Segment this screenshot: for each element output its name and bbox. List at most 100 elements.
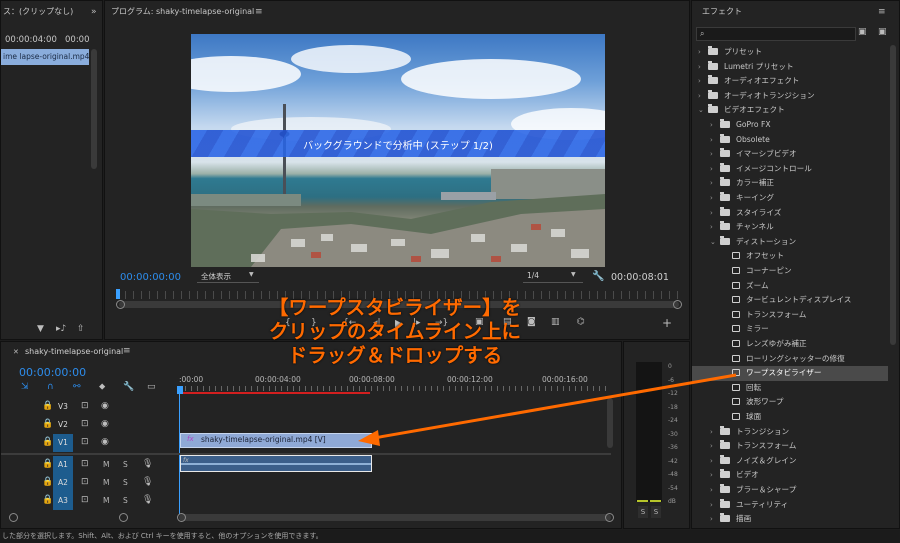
captions-icon[interactable]: ▭ <box>147 383 156 392</box>
lock-icon[interactable]: 🔒 <box>42 420 53 429</box>
sync-lock-icon[interactable]: ⊡ <box>81 438 89 447</box>
effect-folder[interactable]: › 描画 <box>692 512 888 527</box>
solo-toggle[interactable]: S <box>123 496 128 505</box>
meter-solo-left[interactable]: S <box>638 506 648 518</box>
resolution-dropdown[interactable]: 1/4 ▼ <box>523 269 583 283</box>
timeline-vertical-scrollbar[interactable] <box>607 398 613 448</box>
effect-item[interactable]: 回転 <box>692 381 888 396</box>
chevron-down-icon[interactable]: ⌄ <box>710 235 720 250</box>
eye-icon[interactable]: ◉ <box>101 402 109 411</box>
lock-icon[interactable]: 🔒 <box>42 402 53 411</box>
filter-icon[interactable]: ▼ <box>37 325 44 334</box>
chevron-right-icon[interactable]: › <box>710 498 720 513</box>
effect-item[interactable]: ローリングシャッターの修復 <box>692 352 888 367</box>
chevron-right-icon[interactable]: › <box>698 45 708 60</box>
marker-icon[interactable]: ⬥ <box>99 383 105 392</box>
track-label-a2[interactable]: A2 <box>53 474 73 492</box>
effects-scrollbar[interactable] <box>890 45 896 345</box>
sync-lock-icon[interactable]: ⊡ <box>81 420 89 429</box>
export-icon[interactable]: ⇧ <box>77 325 85 334</box>
effect-folder[interactable]: › プリセット <box>692 45 888 60</box>
timeline-menu-icon[interactable]: ≡ <box>123 347 131 356</box>
effects-search-input[interactable]: ⌕ <box>696 27 856 41</box>
effect-folder[interactable]: › オーディオトランジション <box>692 89 888 104</box>
mute-toggle[interactable]: M <box>103 478 109 487</box>
zoom-handle-right[interactable] <box>673 300 682 309</box>
chevron-right-icon[interactable]: › <box>710 176 720 191</box>
program-menu-icon[interactable]: ≡ <box>255 8 263 17</box>
chevron-right-icon[interactable]: › <box>710 483 720 498</box>
program-title[interactable]: プログラム: shaky-timelapse-original <box>105 1 254 23</box>
fit-dropdown[interactable]: 全体表示 ▼ <box>197 269 259 283</box>
effect-item[interactable]: トランスフォーム <box>692 308 888 323</box>
track-label-a1[interactable]: A1 <box>53 456 73 474</box>
solo-toggle[interactable]: S <box>123 460 128 469</box>
lock-icon[interactable]: 🔒 <box>42 438 53 447</box>
wrench-icon[interactable]: 🔧 <box>592 272 604 282</box>
source-clip-item[interactable]: ime lapse-original.mp4 <box>1 49 89 65</box>
effect-folder[interactable]: › ユーティリティ <box>692 498 888 513</box>
effect-item[interactable]: レンズゆがみ補正 <box>692 337 888 352</box>
effect-folder[interactable]: › ビデオ <box>692 468 888 483</box>
effect-item[interactable]: オフセット <box>692 249 888 264</box>
effect-folder[interactable]: ⌄ ディストーション <box>692 235 888 250</box>
automate-icon[interactable]: ▸♪ <box>56 325 66 334</box>
effect-folder[interactable]: › イメージコントロール <box>692 162 888 177</box>
lock-icon[interactable]: 🔒 <box>42 460 53 469</box>
track-label-v2[interactable]: V2 <box>53 418 73 432</box>
chevron-right-icon[interactable]: › <box>710 118 720 133</box>
chevron-right-icon[interactable]: › <box>710 454 720 469</box>
chevron-right-icon[interactable]: › <box>698 89 708 104</box>
audio-clip[interactable]: fx <box>180 455 372 472</box>
sync-lock-icon[interactable]: ⊡ <box>81 478 89 487</box>
sync-lock-icon[interactable]: ⊡ <box>81 402 89 411</box>
scroll-handle-left[interactable] <box>177 513 186 522</box>
effects-title[interactable]: エフェクト <box>692 1 742 23</box>
eye-icon[interactable]: ◉ <box>101 438 109 447</box>
effect-item[interactable]: ズーム <box>692 279 888 294</box>
chevron-right-icon[interactable]: › <box>710 425 720 440</box>
nest-icon[interactable]: ⇲ <box>21 383 29 392</box>
chevron-right-icon[interactable]: › <box>710 512 720 527</box>
timeline-tab-title[interactable]: shaky-timelapse-original <box>25 347 123 356</box>
chevron-right-icon[interactable]: › <box>710 162 720 177</box>
microphone-icon[interactable]: 🎙 <box>142 478 153 487</box>
effect-folder[interactable]: › トランスフォーム <box>692 439 888 454</box>
work-area-bar[interactable] <box>180 392 370 394</box>
solo-toggle[interactable]: S <box>123 478 128 487</box>
mute-toggle[interactable]: M <box>103 496 109 505</box>
compare-icon[interactable]: ▥ <box>551 318 560 327</box>
timeline-ruler[interactable]: :00:00 00:00:04:00 00:00:08:00 00:00:12:… <box>179 372 609 394</box>
chevron-right-icon[interactable]: › <box>710 206 720 221</box>
effects-menu-icon[interactable]: ≡ <box>878 8 886 17</box>
new-custom-bin-icon[interactable]: ▣ <box>878 28 887 37</box>
chevron-right-icon[interactable]: › <box>710 191 720 206</box>
sync-lock-icon[interactable]: ⊡ <box>81 496 89 505</box>
track-label-v1[interactable]: V1 <box>53 434 73 452</box>
source-scrollbar[interactable] <box>91 49 97 169</box>
lock-icon[interactable]: 🔒 <box>42 478 53 487</box>
microphone-icon[interactable]: 🎙 <box>142 460 153 469</box>
chevron-right-icon[interactable]: › <box>710 220 720 235</box>
sync-lock-icon[interactable]: ⊡ <box>81 460 89 469</box>
close-tab-icon[interactable]: ✕ <box>13 349 19 356</box>
effect-folder[interactable]: › キーイング <box>692 191 888 206</box>
chevron-right-icon[interactable]: › <box>710 439 720 454</box>
chevron-right-icon[interactable]: › <box>710 468 720 483</box>
timeline-timecode[interactable]: 00:00:00:00 <box>19 366 86 379</box>
effect-item[interactable]: 波形ワープ <box>692 395 888 410</box>
panel-overflow-icon[interactable]: » <box>91 8 97 17</box>
effect-item[interactable]: ワープスタビライザー <box>692 366 888 381</box>
program-current-timecode[interactable]: 00:00:00:00 <box>120 272 181 283</box>
effect-item[interactable]: コーナーピン <box>692 264 888 279</box>
track-scroll-handle-right[interactable] <box>119 513 128 522</box>
source-panel-title[interactable]: ス：(クリップなし) <box>1 1 73 23</box>
mute-toggle[interactable]: M <box>103 460 109 469</box>
track-label-v3[interactable]: V3 <box>53 400 73 414</box>
vr-icon[interactable]: ⌬ <box>577 318 585 327</box>
eye-icon[interactable]: ◉ <box>101 420 109 429</box>
effect-folder[interactable]: ⌄ ビデオエフェクト <box>692 103 888 118</box>
track-scroll-handle-left[interactable] <box>9 513 18 522</box>
scroll-handle-right[interactable] <box>605 513 614 522</box>
chevron-down-icon[interactable]: ⌄ <box>698 103 708 118</box>
